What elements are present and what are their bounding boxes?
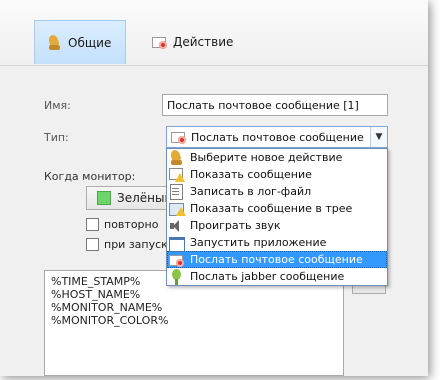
- dropdown-item-tray-message[interactable]: Показать сообщение в трее: [167, 200, 387, 217]
- tray-icon: [169, 201, 186, 217]
- tab-general[interactable]: Общие: [34, 20, 126, 64]
- dropdown-item-label: Записать в лог-файл: [190, 185, 312, 198]
- tab-action[interactable]: Действие: [140, 20, 250, 64]
- mail-icon: [171, 130, 187, 144]
- template-line: %HOST_NAME%: [51, 288, 141, 301]
- dropdown-item-write-log[interactable]: Записать в лог-файл: [167, 183, 387, 200]
- type-value: Послать почтовое сообщение: [191, 130, 364, 144]
- name-field[interactable]: Послать почтовое сообщение [1]: [162, 94, 388, 116]
- type-label: Тип:: [44, 131, 69, 144]
- repeat-checkbox-box[interactable]: [86, 218, 99, 231]
- action-settings-window: Общие Действие Имя: Послать почтовое соо…: [0, 0, 428, 376]
- dropdown-item-play-sound[interactable]: Проиграть звук: [167, 217, 387, 234]
- chevron-down-icon[interactable]: ▼: [370, 127, 387, 147]
- message-icon: [169, 167, 185, 183]
- when-monitor-label: Когда монитор:: [44, 170, 136, 183]
- on-start-checkbox-box[interactable]: [86, 238, 99, 251]
- dropdown-item-label: Запустить приложение: [190, 236, 327, 249]
- jabber-icon: [169, 268, 185, 285]
- dropdown-item-label: Послать почтовое сообщение: [190, 253, 363, 266]
- type-select[interactable]: Послать почтовое сообщение ▼: [166, 126, 388, 148]
- on-start-checkbox[interactable]: при запуске: [86, 238, 175, 251]
- mail-icon: [152, 35, 168, 49]
- wizard-icon: [47, 35, 63, 51]
- repeat-checkbox[interactable]: повторно: [86, 218, 158, 231]
- log-icon: [169, 183, 185, 200]
- dropdown-item-label: Выберите новое действие: [190, 151, 343, 164]
- repeat-label: повторно: [104, 218, 159, 231]
- tab-action-label: Действие: [173, 35, 234, 49]
- on-start-label: при запуске: [104, 238, 175, 251]
- dropdown-item-label: Проиграть звук: [190, 219, 281, 232]
- green-swatch: [97, 191, 111, 205]
- name-value: Послать почтовое сообщение [1]: [167, 98, 359, 112]
- dropdown-item-label: Послать jabber сообщение: [190, 270, 345, 283]
- dropdown-item-label: Показать сообщение в трее: [190, 202, 353, 215]
- wizard-icon: [169, 150, 185, 166]
- tab-general-label: Общие: [68, 35, 112, 50]
- name-label: Имя:: [44, 99, 71, 112]
- type-dropdown-list: Выберите новое действие Показать сообщен…: [166, 148, 388, 286]
- dropdown-item-send-jabber[interactable]: Послать jabber сообщение: [167, 268, 387, 285]
- template-line: %MONITOR_NAME%: [51, 301, 163, 314]
- dropdown-item-send-mail[interactable]: Послать почтовое сообщение: [167, 251, 387, 268]
- dropdown-item-show-message[interactable]: Показать сообщение: [167, 166, 387, 183]
- status-color-label: Зелёный: [117, 191, 173, 205]
- template-line: %MONITOR_COLOR%: [51, 314, 169, 327]
- dropdown-item-label: Показать сообщение: [190, 168, 312, 181]
- dropdown-item-run-app[interactable]: Запустить приложение: [167, 234, 387, 252]
- mail-icon: [169, 253, 185, 267]
- sound-icon: [169, 218, 185, 234]
- dropdown-item-new-action[interactable]: Выберите новое действие: [167, 149, 387, 166]
- tab-bar: Общие Действие: [0, 0, 428, 66]
- app-icon: [169, 235, 185, 252]
